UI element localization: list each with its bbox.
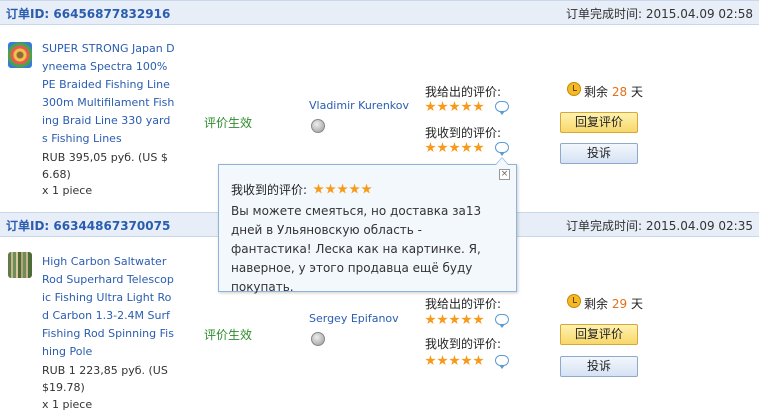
clock-icon	[567, 294, 581, 308]
order-time: 订单完成时间: 2015.04.09 02:58	[566, 7, 753, 21]
popup-feedback-text: Вы можете смеяться, но доставка за13 дне…	[231, 204, 482, 294]
star-icon	[473, 314, 484, 325]
star-icon	[437, 101, 448, 112]
star-icon	[473, 101, 484, 112]
buyer-avatar-icon[interactable]	[311, 119, 325, 133]
reply-feedback-button[interactable]: 回复评价	[560, 112, 638, 133]
product-thumbnail[interactable]	[8, 42, 32, 68]
star-icon	[325, 183, 336, 194]
star-icon	[425, 355, 436, 366]
star-icon	[361, 183, 372, 194]
star-icon	[437, 142, 448, 153]
star-icon	[473, 142, 484, 153]
star-icon	[437, 314, 448, 325]
feedback-status: 评价生效	[204, 116, 253, 130]
order-time: 订单完成时间: 2015.04.09 02:35	[566, 219, 753, 233]
given-feedback-label: 我给出的评价:	[425, 297, 502, 311]
product-thumbnail[interactable]	[8, 252, 32, 278]
product-quantity: x 1 piece	[42, 398, 93, 411]
buyer-name-link[interactable]: Vladimir Kurenkov	[309, 99, 409, 112]
popup-stars	[313, 183, 372, 196]
received-stars	[425, 355, 484, 367]
complain-button[interactable]: 投诉	[560, 143, 638, 164]
given-feedback-label: 我给出的评价:	[425, 85, 502, 99]
star-icon	[425, 142, 436, 153]
star-icon	[437, 355, 448, 366]
star-icon	[425, 101, 436, 112]
star-icon	[449, 314, 460, 325]
star-icon	[449, 355, 460, 366]
feedback-status: 评价生效	[204, 328, 253, 342]
comment-bubble-icon[interactable]	[495, 314, 509, 328]
buyer-name-link[interactable]: Sergey Epifanov	[309, 312, 399, 325]
star-icon	[461, 355, 472, 366]
received-feedback-label: 我收到的评价:	[425, 337, 502, 351]
product-price: RUB 1 223,85 руб. (US $19.78)	[42, 364, 168, 394]
star-icon	[461, 101, 472, 112]
star-icon	[473, 355, 484, 366]
popup-title: 我收到的评价:	[231, 181, 504, 198]
feedback-popup: × 我收到的评价: Вы можете смеяться, но доставк…	[218, 157, 517, 294]
given-stars	[425, 101, 484, 113]
star-icon	[349, 183, 360, 194]
close-icon[interactable]: ×	[499, 169, 510, 180]
order-id[interactable]: 订单ID: 66456877832916	[6, 5, 170, 22]
given-stars	[425, 314, 484, 326]
star-icon	[461, 142, 472, 153]
product-price: RUB 395,05 руб. (US $ 6.68)	[42, 151, 168, 181]
product-quantity: x 1 piece	[42, 184, 93, 197]
product-title-link[interactable]: SUPER STRONG Japan Dyneema Spectra 100% …	[42, 40, 176, 148]
complain-button[interactable]: 投诉	[560, 356, 638, 377]
comment-bubble-icon[interactable]	[495, 101, 509, 115]
comment-bubble-icon[interactable]	[495, 355, 509, 369]
received-stars	[425, 142, 484, 154]
star-icon	[449, 142, 460, 153]
order-header: 订单ID: 66456877832916 订单完成时间: 2015.04.09 …	[0, 0, 759, 25]
received-feedback-label: 我收到的评价:	[425, 126, 502, 140]
clock-icon	[567, 82, 581, 96]
remaining-days: 剩余 29 天	[584, 297, 643, 311]
comment-bubble-icon[interactable]	[495, 142, 509, 156]
buyer-avatar-icon[interactable]	[311, 332, 325, 346]
star-icon	[461, 314, 472, 325]
reply-feedback-button[interactable]: 回复评价	[560, 324, 638, 345]
star-icon	[337, 183, 348, 194]
star-icon	[313, 183, 324, 194]
star-icon	[449, 101, 460, 112]
popup-arrow	[495, 157, 509, 165]
star-icon	[425, 314, 436, 325]
remaining-days: 剩余 28 天	[584, 85, 643, 99]
order-id[interactable]: 订单ID: 66344867370075	[6, 217, 170, 234]
product-title-link[interactable]: High Carbon Saltwater Rod Superhard Tele…	[42, 253, 176, 361]
